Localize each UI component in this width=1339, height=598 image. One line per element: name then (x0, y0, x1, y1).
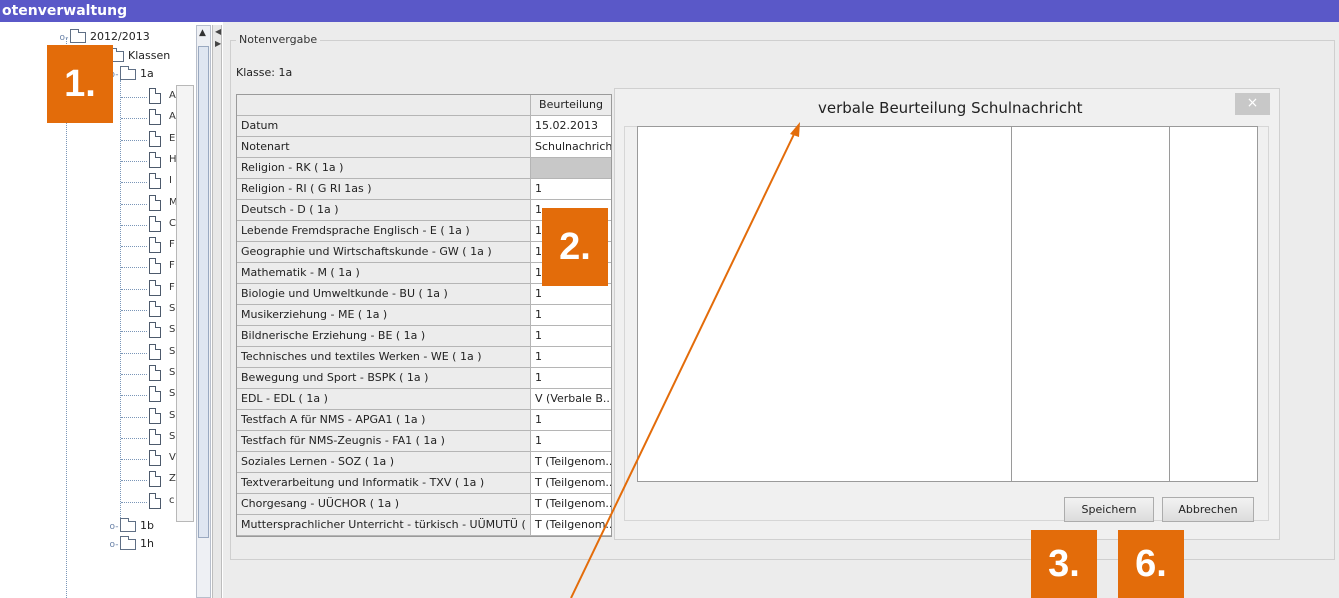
annotation-arrow (570, 122, 800, 598)
